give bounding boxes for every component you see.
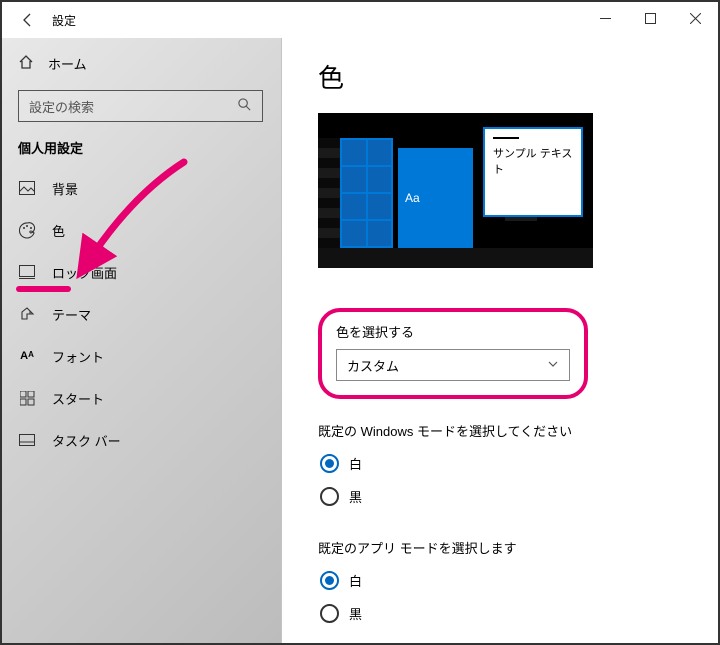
radio-label: 黒 (349, 604, 362, 623)
search-placeholder: 設定の検索 (29, 97, 94, 116)
preview-sample-card: サンプル テキスト (483, 127, 583, 217)
theme-icon (18, 306, 36, 322)
radio-label: 白 (349, 454, 362, 473)
main-content: 色 ? Aa サンプル テキスト 色を選択する カスタム 既定の Windows… (282, 38, 718, 643)
back-button[interactable] (14, 6, 42, 34)
home-icon (18, 54, 34, 73)
radio-icon (320, 571, 339, 590)
sidebar-item-label: テーマ (52, 305, 91, 324)
lockscreen-icon (18, 265, 36, 279)
close-button[interactable] (673, 2, 718, 34)
annotation-underline (16, 286, 71, 292)
sidebar-item-taskbar[interactable]: タスク バー (2, 419, 281, 461)
sidebar-section-label: 個人用設定 (2, 138, 281, 157)
font-icon: AA (18, 350, 36, 362)
radio-label: 白 (349, 571, 362, 590)
windows-mode-label: 既定の Windows モードを選択してください (318, 421, 718, 440)
app-mode-option-dark[interactable]: 黒 (318, 604, 718, 623)
sidebar-item-themes[interactable]: テーマ (2, 293, 281, 335)
choose-color-dropdown[interactable]: カスタム (336, 349, 570, 381)
choose-color-value: カスタム (347, 356, 399, 375)
windows-mode-option-light[interactable]: 白 (318, 454, 718, 473)
windows-mode-option-dark[interactable]: 黒 (318, 487, 718, 506)
annotation-highlight: 色を選択する カスタム (318, 308, 588, 399)
sidebar-item-colors[interactable]: 色 (2, 209, 281, 251)
sidebar-item-label: 背景 (52, 179, 78, 198)
preview-sample-text: サンプル テキスト (493, 148, 572, 176)
color-preview: ? Aa サンプル テキスト (318, 113, 593, 268)
preview-aa: Aa (405, 191, 420, 205)
sidebar-item-start[interactable]: スタート (2, 377, 281, 419)
minimize-button[interactable] (583, 2, 628, 34)
start-icon (18, 391, 36, 406)
sidebar-item-label: ロック画面 (52, 263, 117, 282)
home-link[interactable]: ホーム (2, 44, 281, 82)
taskbar-icon (18, 434, 36, 446)
app-mode-option-light[interactable]: 白 (318, 571, 718, 590)
sidebar-item-fonts[interactable]: AA フォント (2, 335, 281, 377)
choose-color-label: 色を選択する (336, 322, 570, 341)
sidebar-item-label: 色 (52, 221, 65, 240)
image-icon (18, 181, 36, 195)
sidebar-item-label: フォント (52, 347, 104, 366)
search-input[interactable]: 設定の検索 (18, 90, 263, 122)
radio-icon (320, 454, 339, 473)
radio-icon (320, 487, 339, 506)
palette-icon (18, 222, 36, 239)
sidebar-item-label: スタート (52, 389, 104, 408)
maximize-button[interactable] (628, 2, 673, 34)
home-label: ホーム (48, 54, 87, 73)
page-heading: 色 (318, 58, 718, 95)
app-mode-label: 既定のアプリ モードを選択します (318, 538, 718, 557)
sidebar: ホーム 設定の検索 個人用設定 背景 色 ロック画面 テーマ AA フォント (2, 38, 282, 643)
sidebar-item-background[interactable]: 背景 (2, 167, 281, 209)
search-icon (237, 97, 252, 115)
window-title: 設定 (52, 12, 76, 29)
sidebar-item-label: タスク バー (52, 431, 121, 450)
radio-icon (320, 604, 339, 623)
radio-label: 黒 (349, 487, 362, 506)
chevron-down-icon (547, 358, 559, 373)
